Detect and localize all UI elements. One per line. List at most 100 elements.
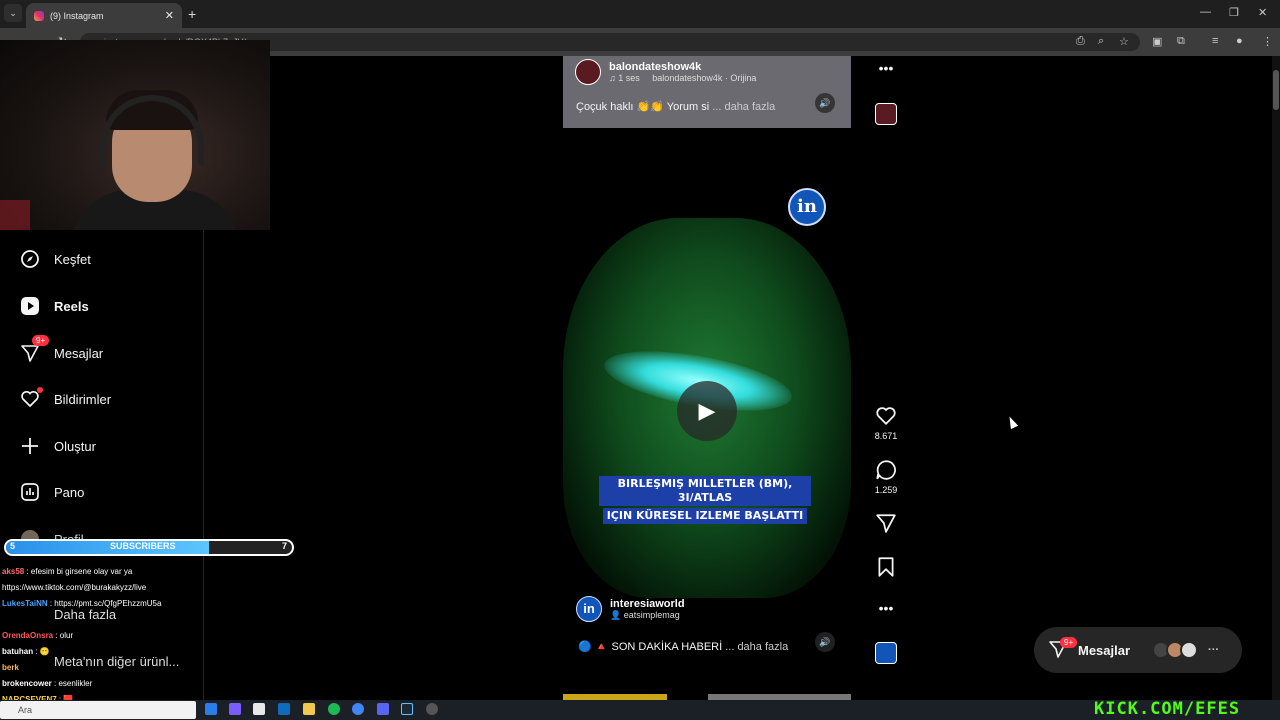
chat-text: : olur [53,631,74,640]
collab-username[interactable]: eatsimplemag [624,610,680,620]
audio-thumbnail[interactable] [875,103,897,125]
caption-more-link[interactable]: ... daha fazla [712,101,775,113]
profile-avatar-icon[interactable]: ● [1236,35,1243,47]
steam-icon[interactable] [401,703,413,715]
channel-logo: in [788,188,826,226]
chat-text: https://www.tiktok.com/@burakakyzz/live [2,583,147,592]
chat-text: : https://pmt.sc/QfgPEhzzmU5a [47,599,162,608]
share-icon[interactable] [874,512,898,539]
chrome-icon[interactable] [352,703,364,715]
page-scrollbar-thumb[interactable] [1273,70,1279,110]
bookmark-star-icon[interactable]: ☆ [1119,35,1129,48]
tab-list-button[interactable]: ⌄ [4,4,22,22]
compass-icon [20,249,40,269]
chat-username[interactable]: LukesTaiNN [2,599,48,608]
more-options-icon[interactable]: ••• [874,600,898,616]
window-close-icon[interactable]: ✕ [1258,6,1267,19]
browser-tab[interactable]: (9) Instagram ✕ [26,3,182,28]
chat-message: https://www.tiktok.com/@burakakyzz/live [2,583,146,592]
send-icon: 9+ [20,335,50,363]
webcam-light [0,200,30,230]
zoom-icon[interactable]: ⌕ [1098,35,1104,48]
copilot-icon[interactable] [229,703,241,715]
extension-icon[interactable]: ▣ [1152,35,1162,48]
author-username[interactable]: balondateshow4k [609,61,756,73]
sidebar-item-label: Keşfet [54,251,91,267]
extensions-puzzle-icon[interactable]: ⧉ [1177,35,1185,48]
mail-icon[interactable] [278,703,290,715]
messages-pill[interactable]: 9+ Mesajlar ··· [1034,627,1242,673]
subscriber-goal-fill [6,541,210,554]
comment-icon[interactable] [874,459,898,486]
sidebar-item-label: Pano [54,484,85,500]
more-options-icon[interactable]: ••• [874,60,898,76]
tab-title: (9) Instagram [50,10,104,21]
install-app-icon[interactable]: ⎙ [1076,35,1085,48]
sidebar-item-messages[interactable]: 9+ Mesajlar [20,335,104,363]
contact-avatar [1180,641,1199,659]
chat-username[interactable]: berk [2,663,19,672]
author-username[interactable]: interesiaworld [610,598,685,610]
discord-icon[interactable] [377,703,389,715]
sidebar-item-notifications[interactable]: Bildirimler [20,387,111,409]
reel-current[interactable]: in ▶ BIRLEŞMIŞ MILLETLER (BM), 3I/ATLAS … [563,128,851,688]
mute-button[interactable]: 🔊 [815,93,835,113]
chat-message: LukesTaiNN : https://pmt.sc/QfgPEhzzmU5a [2,599,161,608]
chat-message: berk [2,663,19,672]
sidebar-item-reels[interactable]: Reels [20,296,89,316]
sidebar-item-label: Mesajlar [54,345,104,361]
edge-icon[interactable] [205,703,217,715]
heart-icon [20,387,43,409]
obs-icon[interactable] [426,703,438,715]
sidebar-item-more[interactable]: Daha fazla [54,607,116,622]
reels-icon [20,296,40,316]
restore-icon[interactable]: ❐ [1229,6,1239,19]
spotify-icon[interactable] [328,703,340,715]
audio-source[interactable]: balondateshow4k · Orijina [652,73,756,83]
video-headline: BIRLEŞMIŞ MILLETLER (BM), 3I/ATLAS IÇIN … [595,472,815,528]
subscriber-goal-start: 5 [10,541,16,551]
like-count: 8.671 [874,431,898,441]
caption-more-link[interactable]: ... daha fazla [725,641,788,653]
chat-username[interactable]: OrendaOnsra [2,631,53,640]
like-icon[interactable] [874,405,898,432]
media-control-icon[interactable]: ≡ [1212,35,1218,47]
author-avatar[interactable]: in [576,596,602,622]
headline-line-1: BIRLEŞMIŞ MILLETLER (BM), 3I/ATLAS [599,476,811,506]
recent-contacts[interactable] [1152,641,1199,659]
new-tab-button[interactable]: + [188,6,196,22]
sidebar-item-label: Reels [54,298,89,314]
audio-thumbnail[interactable] [875,642,897,664]
play-button[interactable]: ▶ [677,381,737,441]
reel-caption: Çoçuk haklı 👏👏 Yorum si ... daha fazla [576,100,775,113]
sidebar-item-meta-products[interactable]: Meta'nın diğer ürünl... [54,654,179,669]
chat-username[interactable]: batuhan [2,647,33,656]
minimize-icon[interactable]: — [1200,6,1211,18]
sidebar-item-explore[interactable]: Keşfet [20,249,91,269]
chat-text: : esenlikler [51,679,93,688]
mute-button[interactable]: 🔊 [815,632,835,652]
chat-username[interactable]: brokencower [2,679,52,688]
messages-label: Mesajlar [1078,642,1131,658]
sidebar-divider [203,230,204,700]
chat-message: OrendaOnsra : olur [2,631,73,640]
subscriber-goal-label: SUBSCRIBERS [110,541,176,551]
sidebar-item-dashboard[interactable]: Pano [20,482,84,502]
reel-previous[interactable]: balondateshow4k ♫ 1 ses balondateshow4k … [563,56,851,128]
save-icon[interactable] [874,556,898,583]
author-avatar[interactable] [575,59,601,85]
sidebar-item-create[interactable]: Oluştur [20,436,96,456]
menu-kebab-icon[interactable]: ⋮ [1262,35,1273,48]
taskbar-search[interactable]: Ara [0,701,196,719]
music-note-icon: ♫ [609,73,619,83]
explorer-icon[interactable] [303,703,315,715]
more-contacts-icon[interactable]: ··· [1208,644,1219,656]
chat-text: : 😶 [33,647,50,656]
tab-close-icon[interactable]: ✕ [165,9,174,22]
sidebar-item-label: Oluştur [54,438,96,454]
comment-count: 1.259 [874,485,898,495]
chat-username[interactable]: aks58 [2,567,24,576]
reel-author: balondateshow4k ♫ 1 ses balondateshow4k … [575,59,756,85]
store-icon[interactable] [253,703,265,715]
page-scrollbar[interactable] [1272,56,1280,700]
